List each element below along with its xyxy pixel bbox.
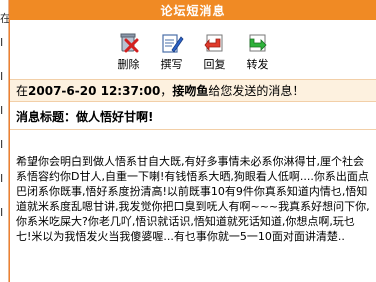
message-panel: 论坛短消息 删除 撰写 回复 转发 在 2007-6-20 12:37:00 ，… bbox=[9, 0, 376, 282]
sidebar-fragment[interactable]: I bbox=[0, 70, 3, 83]
delete-button[interactable]: 删除 bbox=[112, 31, 145, 75]
subject-label: 消息标题： bbox=[16, 110, 77, 124]
info-prefix: 在 bbox=[16, 84, 29, 98]
forward-icon bbox=[249, 34, 267, 52]
reply-label: 回复 bbox=[203, 58, 226, 71]
sidebar-fragment[interactable]: I bbox=[0, 36, 3, 49]
delete-icon bbox=[120, 33, 138, 53]
message-subject-row: 消息标题： 做人悟好甘啊! bbox=[10, 104, 376, 130]
compose-icon bbox=[161, 34, 184, 53]
compose-label: 撰写 bbox=[160, 58, 183, 71]
message-sender[interactable]: 接吻鱼 bbox=[172, 82, 208, 99]
message-info: 在 2007-6-20 12:37:00 ， 接吻鱼 给您发送的消息！ bbox=[10, 79, 376, 102]
delete-label: 删除 bbox=[117, 58, 140, 71]
sidebar-fragment[interactable]: I bbox=[0, 206, 3, 219]
forward-button[interactable]: 转发 bbox=[241, 31, 274, 75]
panel-title: 论坛短消息 bbox=[10, 0, 376, 20]
sidebar-edge: 在 I I I I I I bbox=[0, 0, 11, 282]
message-datetime: 2007-6-20 12:37:00 bbox=[28, 83, 161, 98]
sidebar-fragment[interactable]: I bbox=[0, 104, 3, 117]
info-separator: ， bbox=[160, 84, 173, 98]
reply-button[interactable]: 回复 bbox=[198, 31, 231, 75]
forward-label: 转发 bbox=[246, 58, 269, 71]
sidebar-fragment[interactable]: I bbox=[0, 138, 3, 151]
info-suffix: 给您发送的消息！ bbox=[208, 84, 305, 98]
compose-button[interactable]: 撰写 bbox=[155, 31, 188, 75]
page: 在 I I I I I I 论坛短消息 删除 撰写 回复 转发 在 2007-6… bbox=[0, 0, 376, 282]
message-body: 希望你会明白到做人悟系甘自大既,有好多事情未必系你淋得甘,厘个社会系悟容约你D甘… bbox=[16, 155, 370, 243]
message-toolbar: 删除 撰写 回复 转发 bbox=[10, 20, 376, 75]
message-subject: 做人悟好甘啊! bbox=[76, 110, 154, 124]
reply-icon bbox=[203, 34, 222, 52]
sidebar-fragment[interactable]: I bbox=[0, 172, 3, 185]
